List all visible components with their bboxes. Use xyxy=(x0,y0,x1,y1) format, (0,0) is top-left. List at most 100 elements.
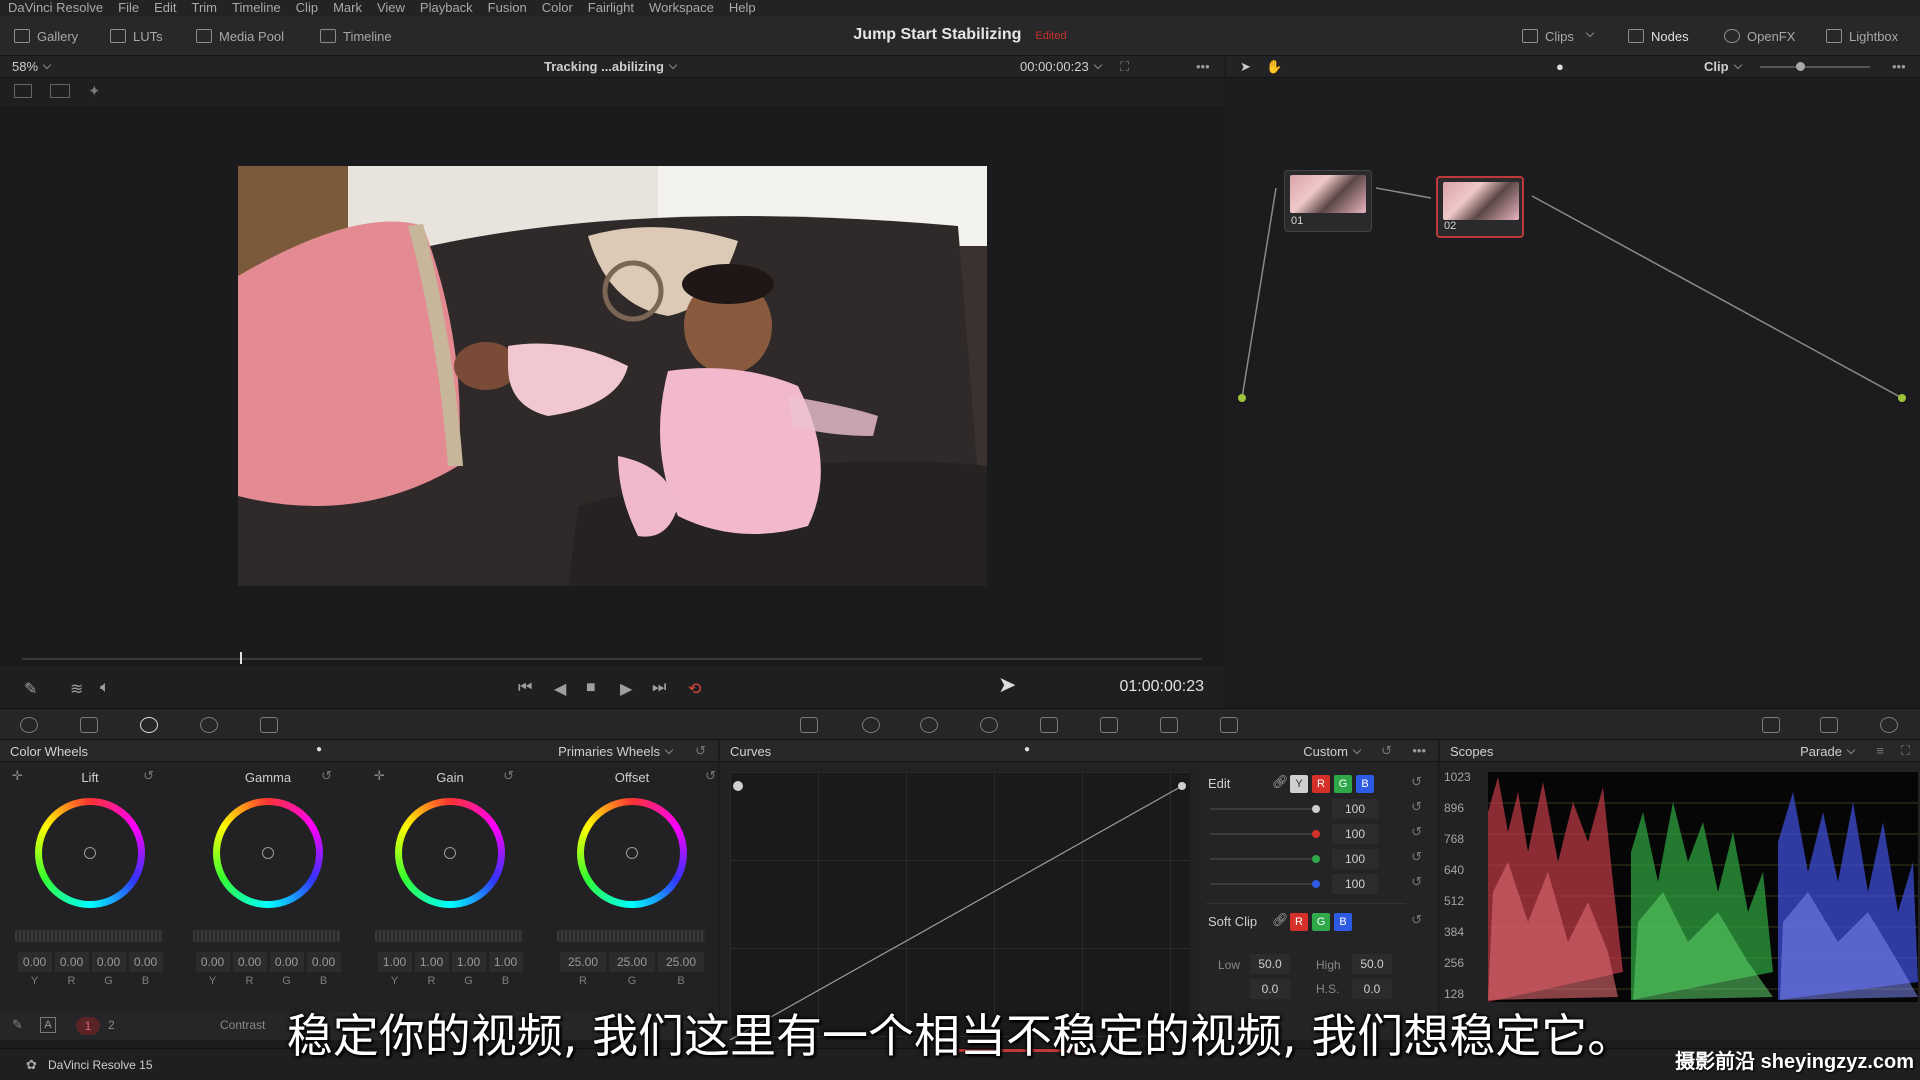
menu-mark[interactable]: Mark xyxy=(333,0,362,16)
key-icon[interactable] xyxy=(1100,717,1118,733)
blur-icon[interactable] xyxy=(1040,717,1058,733)
hand-icon[interactable]: ✋ xyxy=(1266,59,1282,75)
lightbox-button[interactable]: Lightbox xyxy=(1826,26,1898,46)
timecode-select[interactable]: 00:00:00:23 xyxy=(1020,59,1102,74)
expand-icon[interactable]: ⛶ xyxy=(1901,743,1910,759)
wheel-handle[interactable] xyxy=(262,847,274,859)
value-field[interactable]: 0.00 xyxy=(195,952,230,972)
reset-icon[interactable]: ↺ xyxy=(1411,824,1422,840)
reset-icon[interactable]: ↺ xyxy=(1411,774,1422,790)
channel-b-button[interactable]: B xyxy=(1356,775,1374,793)
value-field[interactable]: 0.00 xyxy=(17,952,52,972)
camera-raw-icon[interactable] xyxy=(20,717,38,733)
intensity-slider-y[interactable] xyxy=(1210,805,1320,813)
value-field[interactable]: 1.00 xyxy=(377,952,412,972)
reset-icon[interactable]: ↺ xyxy=(1411,912,1422,928)
gain-wheel[interactable] xyxy=(395,798,505,908)
value-field[interactable]: 0.00 xyxy=(128,952,163,972)
wheel-handle[interactable] xyxy=(84,847,96,859)
node-editor[interactable]: 01 02 xyxy=(1226,78,1920,708)
menu-fusion[interactable]: Fusion xyxy=(488,0,527,16)
more-options-icon[interactable]: ••• xyxy=(1892,59,1906,74)
wheel-handle[interactable] xyxy=(444,847,456,859)
offset-master-slider[interactable] xyxy=(557,930,705,942)
low-field[interactable]: 50.0 xyxy=(1250,954,1290,974)
menu-workspace[interactable]: Workspace xyxy=(649,0,714,16)
value-field[interactable]: 0.00 xyxy=(232,952,267,972)
rgb-mixer-icon[interactable] xyxy=(200,717,218,733)
menu-playback[interactable]: Playback xyxy=(420,0,473,16)
grid-view-icon[interactable] xyxy=(50,84,70,98)
curves-icon[interactable] xyxy=(800,717,818,733)
settings-icon[interactable]: ≡ xyxy=(1876,743,1884,758)
slider-handle[interactable] xyxy=(1312,830,1320,838)
motion-effects-icon[interactable] xyxy=(260,717,278,733)
fullscreen-icon[interactable]: ⛶ xyxy=(1120,59,1129,75)
menu-help[interactable]: Help xyxy=(729,0,756,16)
intensity-slider-b[interactable] xyxy=(1210,880,1320,888)
qualifier-icon[interactable] xyxy=(862,717,880,733)
menu-color[interactable]: Color xyxy=(542,0,573,16)
clip-name-select[interactable]: Tracking ...abilizing xyxy=(544,59,678,74)
lift-wheel[interactable] xyxy=(35,798,145,908)
slider-handle[interactable] xyxy=(1312,855,1320,863)
value-field[interactable]: 0.00 xyxy=(269,952,304,972)
intensity-slider-g[interactable] xyxy=(1210,855,1320,863)
playhead[interactable] xyxy=(240,652,242,664)
reverse-play-icon[interactable]: ◀ xyxy=(554,679,566,699)
channel-r-button[interactable]: R xyxy=(1312,775,1330,793)
wheels-mode-select[interactable]: Primaries Wheels xyxy=(558,744,674,759)
node-01[interactable]: 01 xyxy=(1284,170,1372,232)
link-icon[interactable]: 🔗︎ xyxy=(1272,912,1289,928)
reset-icon[interactable]: ↺ xyxy=(1411,799,1422,815)
3d-icon[interactable] xyxy=(1220,717,1238,733)
menu-file[interactable]: File xyxy=(118,0,139,16)
crosshair-icon[interactable]: ✛ xyxy=(12,768,23,784)
channel-b-button[interactable]: B xyxy=(1334,913,1352,931)
node-zoom-slider[interactable] xyxy=(1760,62,1870,71)
nodes-button[interactable]: Nodes xyxy=(1628,26,1689,46)
reset-icon[interactable]: ↺ xyxy=(705,768,716,784)
node-zoom-handle[interactable] xyxy=(1796,62,1805,71)
node-02[interactable]: 02 xyxy=(1436,176,1524,238)
value-field[interactable]: 1.00 xyxy=(451,952,486,972)
menu-timeline[interactable]: Timeline xyxy=(232,0,281,16)
tracker-icon[interactable] xyxy=(980,717,998,733)
loop-icon[interactable]: ⟲ xyxy=(688,679,701,699)
value-field[interactable]: 25.00 xyxy=(560,952,606,972)
crosshair-icon[interactable]: ✛ xyxy=(374,768,385,784)
reset-icon[interactable]: ↺ xyxy=(503,768,514,784)
info-icon[interactable] xyxy=(1880,717,1898,733)
channel-y-button[interactable]: Y xyxy=(1290,775,1308,793)
value-field[interactable]: 25.00 xyxy=(658,952,704,972)
intensity-slider-r[interactable] xyxy=(1210,830,1320,838)
value-field[interactable]: 0.00 xyxy=(54,952,89,972)
value-field[interactable]: 0.00 xyxy=(306,952,341,972)
slider-handle[interactable] xyxy=(1312,880,1320,888)
curves-mode-select[interactable]: Custom xyxy=(1303,744,1362,759)
color-wheels-icon[interactable] xyxy=(140,717,158,733)
scrubber-track[interactable] xyxy=(22,658,1202,660)
single-view-icon[interactable] xyxy=(14,84,32,98)
openfx-button[interactable]: OpenFX xyxy=(1724,26,1795,46)
channel-g-button[interactable]: G xyxy=(1312,913,1330,931)
reset-icon[interactable]: ↺ xyxy=(1381,743,1392,759)
high-field[interactable]: 50.0 xyxy=(1352,954,1392,974)
color-match-icon[interactable] xyxy=(80,717,98,733)
value-field[interactable]: 1.00 xyxy=(414,952,449,972)
play-icon[interactable]: ▶ xyxy=(620,679,632,699)
node-mode-select[interactable]: Clip xyxy=(1704,59,1742,74)
sizing-icon[interactable] xyxy=(1160,717,1178,733)
layers-icon[interactable]: ≋ xyxy=(70,679,83,699)
channel-r-button[interactable]: R xyxy=(1290,913,1308,931)
speaker-icon[interactable]: 🔈︎ xyxy=(100,679,110,697)
go-to-start-icon[interactable]: ⏮︎ xyxy=(518,679,532,697)
zoom-select[interactable]: 58% xyxy=(12,59,52,74)
window-icon[interactable] xyxy=(920,717,938,733)
stop-icon[interactable]: ■ xyxy=(586,679,596,697)
scopes-icon[interactable] xyxy=(1820,717,1838,733)
scopes-mode-select[interactable]: Parade xyxy=(1800,744,1856,759)
lift-master-slider[interactable] xyxy=(15,930,163,942)
menu-fairlight[interactable]: Fairlight xyxy=(588,0,634,16)
link-icon[interactable]: 🔗︎ xyxy=(1272,774,1289,790)
